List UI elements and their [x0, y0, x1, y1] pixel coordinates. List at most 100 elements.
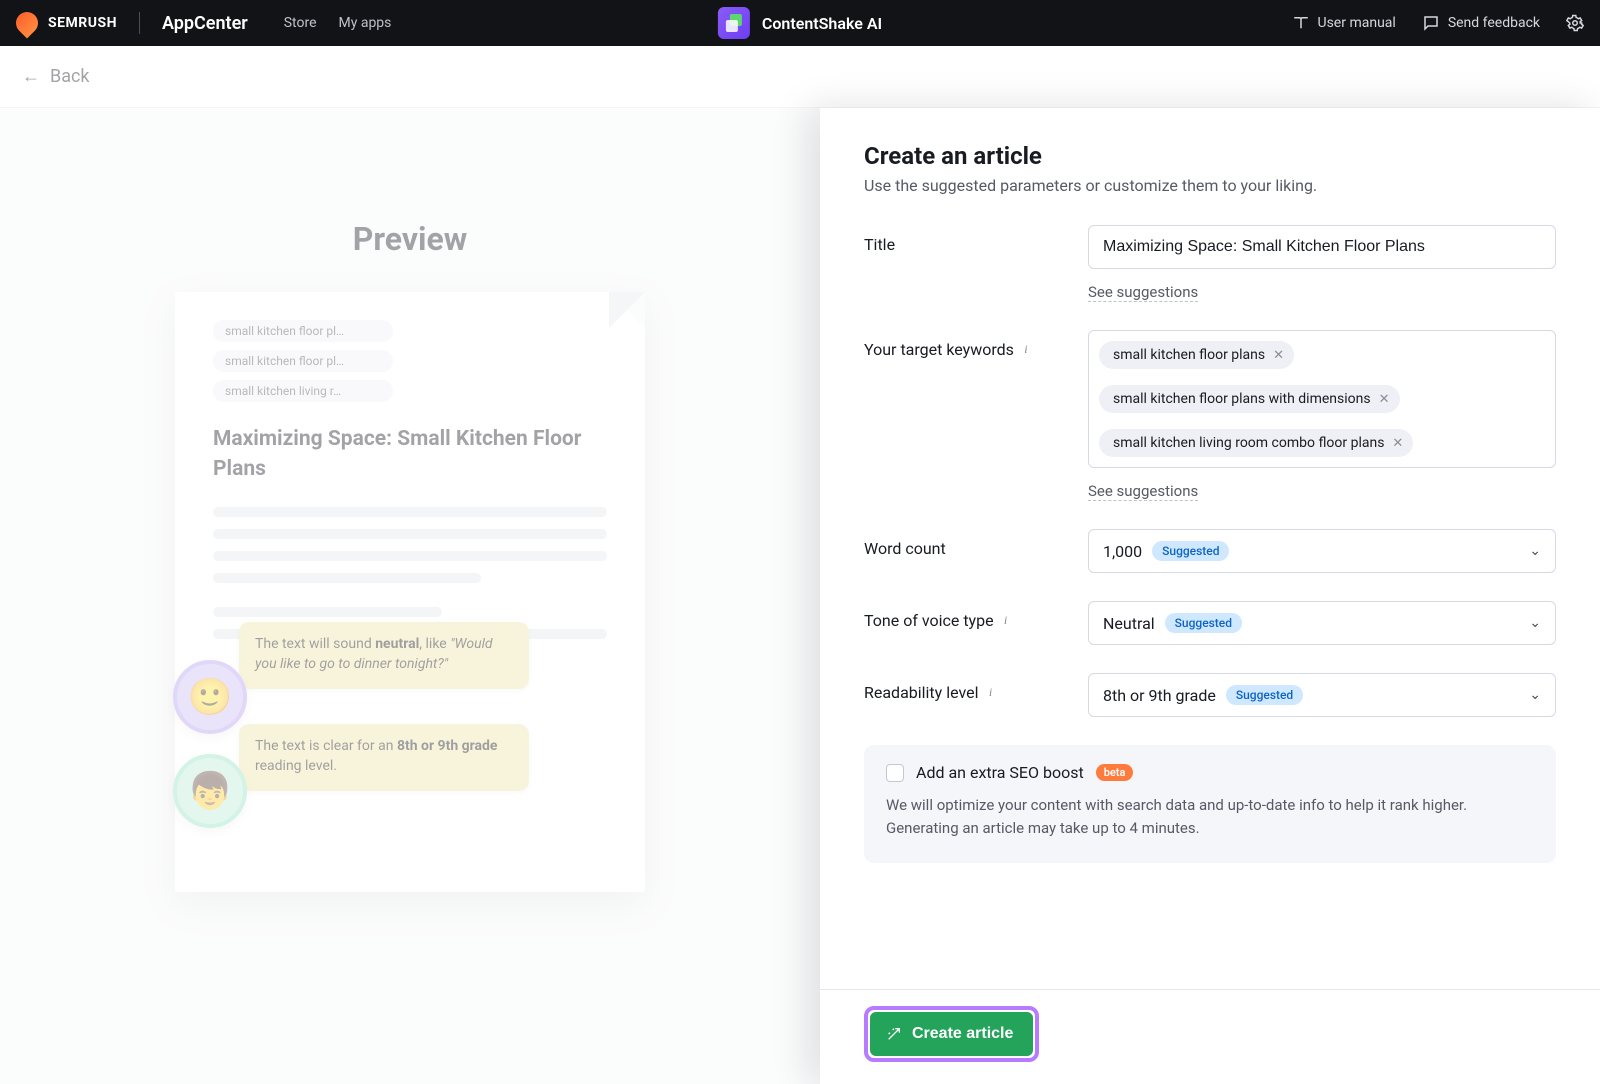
panel-subtitle: Use the suggested parameters or customiz…: [864, 176, 1556, 195]
keywords-see-suggestions[interactable]: See suggestions: [1088, 482, 1198, 501]
suggested-badge: Suggested: [1152, 541, 1229, 561]
readability-value: 8th or 9th grade: [1103, 686, 1216, 705]
contentshake-app-icon: [718, 7, 750, 39]
bubble-bold: 8th or 9th grade: [397, 738, 498, 754]
user-manual-label: User manual: [1318, 15, 1396, 31]
user-manual-link[interactable]: User manual: [1292, 14, 1396, 32]
preview-chip: small kitchen floor pl…: [213, 350, 393, 372]
remove-keyword-icon[interactable]: ✕: [1273, 348, 1284, 363]
bubble-text: The text is clear for an: [255, 738, 397, 754]
title-see-suggestions[interactable]: See suggestions: [1088, 283, 1198, 302]
beta-badge: beta: [1096, 764, 1134, 781]
panel-title: Create an article: [864, 142, 1556, 170]
preview-doc-title: Maximizing Space: Small Kitchen Floor Pl…: [213, 424, 607, 485]
field-readability: Readability level i 8th or 9th grade Sug…: [864, 673, 1556, 717]
readability-avatar: 👦: [173, 754, 247, 828]
label-readability: Readability level i: [864, 673, 1088, 702]
tone-value: Neutral: [1103, 614, 1155, 633]
seo-boost-description: We will optimize your content with searc…: [886, 794, 1534, 841]
create-article-panel: Create an article Use the suggested para…: [820, 108, 1600, 1084]
remove-keyword-icon[interactable]: ✕: [1379, 392, 1390, 407]
create-article-button[interactable]: Create article: [870, 1012, 1033, 1056]
skeleton-line: [213, 573, 481, 583]
info-icon[interactable]: i: [1000, 615, 1012, 627]
wordcount-value: 1,000: [1103, 542, 1142, 561]
book-icon: [1292, 14, 1310, 32]
seo-boost-box: Add an extra SEO boost beta We will opti…: [864, 745, 1556, 863]
tone-bubble: The text will sound neutral, like "Would…: [239, 622, 529, 689]
keyword-text: small kitchen living room combo floor pl…: [1113, 435, 1384, 451]
bubble-text: reading level.: [255, 758, 337, 774]
field-keywords: Your target keywords i small kitchen flo…: [864, 330, 1556, 501]
topbar: SEMRUSH AppCenter Store My apps ContentS…: [0, 0, 1600, 46]
label-keywords: Your target keywords i: [864, 330, 1088, 359]
comment-icon: [1422, 14, 1440, 32]
preview-document: small kitchen floor pl… small kitchen fl…: [175, 292, 645, 892]
label-keywords-text: Your target keywords: [864, 340, 1014, 359]
preview-section: Preview small kitchen floor pl… small ki…: [80, 220, 740, 892]
topbar-app: ContentShake AI: [718, 7, 882, 39]
preview-heading: Preview: [80, 220, 740, 258]
info-icon[interactable]: i: [1020, 344, 1032, 356]
chevron-down-icon: ⌄: [1529, 687, 1541, 703]
send-feedback-link[interactable]: Send feedback: [1422, 14, 1540, 32]
label-title: Title: [864, 225, 1088, 254]
back-bar[interactable]: ← Back: [0, 46, 1600, 108]
panel-body: Create an article Use the suggested para…: [820, 108, 1600, 989]
remove-keyword-icon[interactable]: ✕: [1392, 436, 1403, 451]
keyword-text: small kitchen floor plans with dimension…: [1113, 391, 1371, 407]
seo-boost-label: Add an extra SEO boost: [916, 763, 1084, 782]
create-article-label: Create article: [912, 1025, 1013, 1043]
keywords-input[interactable]: small kitchen floor plans ✕ small kitche…: [1088, 330, 1556, 468]
preview-chips: small kitchen floor pl… small kitchen fl…: [213, 320, 393, 402]
bubble-bold: neutral: [375, 636, 419, 652]
brand-text: SEMRUSH: [48, 15, 117, 31]
topbar-right: User manual Send feedback: [1292, 14, 1585, 32]
send-feedback-label: Send feedback: [1448, 15, 1540, 31]
app-title: ContentShake AI: [762, 14, 882, 33]
skeleton-line: [213, 507, 607, 517]
appcenter-label[interactable]: AppCenter: [162, 13, 248, 34]
title-input[interactable]: [1088, 225, 1556, 269]
field-wordcount: Word count 1,000 Suggested ⌄: [864, 529, 1556, 573]
skeleton-line: [213, 551, 607, 561]
keyword-tag: small kitchen floor plans ✕: [1099, 341, 1294, 369]
nav-store[interactable]: Store: [284, 15, 317, 31]
keyword-text: small kitchen floor plans: [1113, 347, 1265, 363]
brand-group: SEMRUSH AppCenter: [16, 12, 248, 34]
suggested-badge: Suggested: [1226, 685, 1303, 705]
arrow-left-icon: ←: [22, 66, 40, 87]
panel-footer: Create article: [820, 989, 1600, 1084]
seo-boost-checkbox[interactable]: [886, 764, 904, 782]
back-label: Back: [50, 66, 90, 87]
readability-dropdown[interactable]: 8th or 9th grade Suggested ⌄: [1088, 673, 1556, 717]
magic-wand-icon: [886, 1026, 902, 1042]
label-readability-text: Readability level: [864, 683, 979, 702]
semrush-flame-icon: [11, 7, 42, 38]
skeleton-line: [213, 529, 607, 539]
keyword-tag: small kitchen living room combo floor pl…: [1099, 429, 1413, 457]
field-title: Title See suggestions: [864, 225, 1556, 302]
bubble-text: The text will sound: [255, 636, 375, 652]
info-icon[interactable]: i: [985, 687, 997, 699]
label-tone-text: Tone of voice type: [864, 611, 994, 630]
tone-avatar: 🙂: [173, 660, 247, 734]
gear-icon[interactable]: [1566, 14, 1584, 32]
tone-dropdown[interactable]: Neutral Suggested ⌄: [1088, 601, 1556, 645]
bubble-text: , like: [419, 636, 450, 652]
preview-chip: small kitchen living r…: [213, 380, 393, 402]
suggested-badge: Suggested: [1165, 613, 1242, 633]
skeleton-line: [213, 607, 442, 617]
chevron-down-icon: ⌄: [1529, 615, 1541, 631]
label-tone: Tone of voice type i: [864, 601, 1088, 630]
brand-divider: [139, 12, 140, 34]
keyword-tag: small kitchen floor plans with dimension…: [1099, 385, 1400, 413]
preview-chip: small kitchen floor pl…: [213, 320, 393, 342]
wordcount-dropdown[interactable]: 1,000 Suggested ⌄: [1088, 529, 1556, 573]
topbar-nav: Store My apps: [284, 15, 392, 31]
stack-icon: [726, 14, 742, 32]
page-fold-icon: [609, 292, 645, 328]
chevron-down-icon: ⌄: [1529, 543, 1541, 559]
field-tone: Tone of voice type i Neutral Suggested ⌄: [864, 601, 1556, 645]
nav-myapps[interactable]: My apps: [339, 15, 392, 31]
